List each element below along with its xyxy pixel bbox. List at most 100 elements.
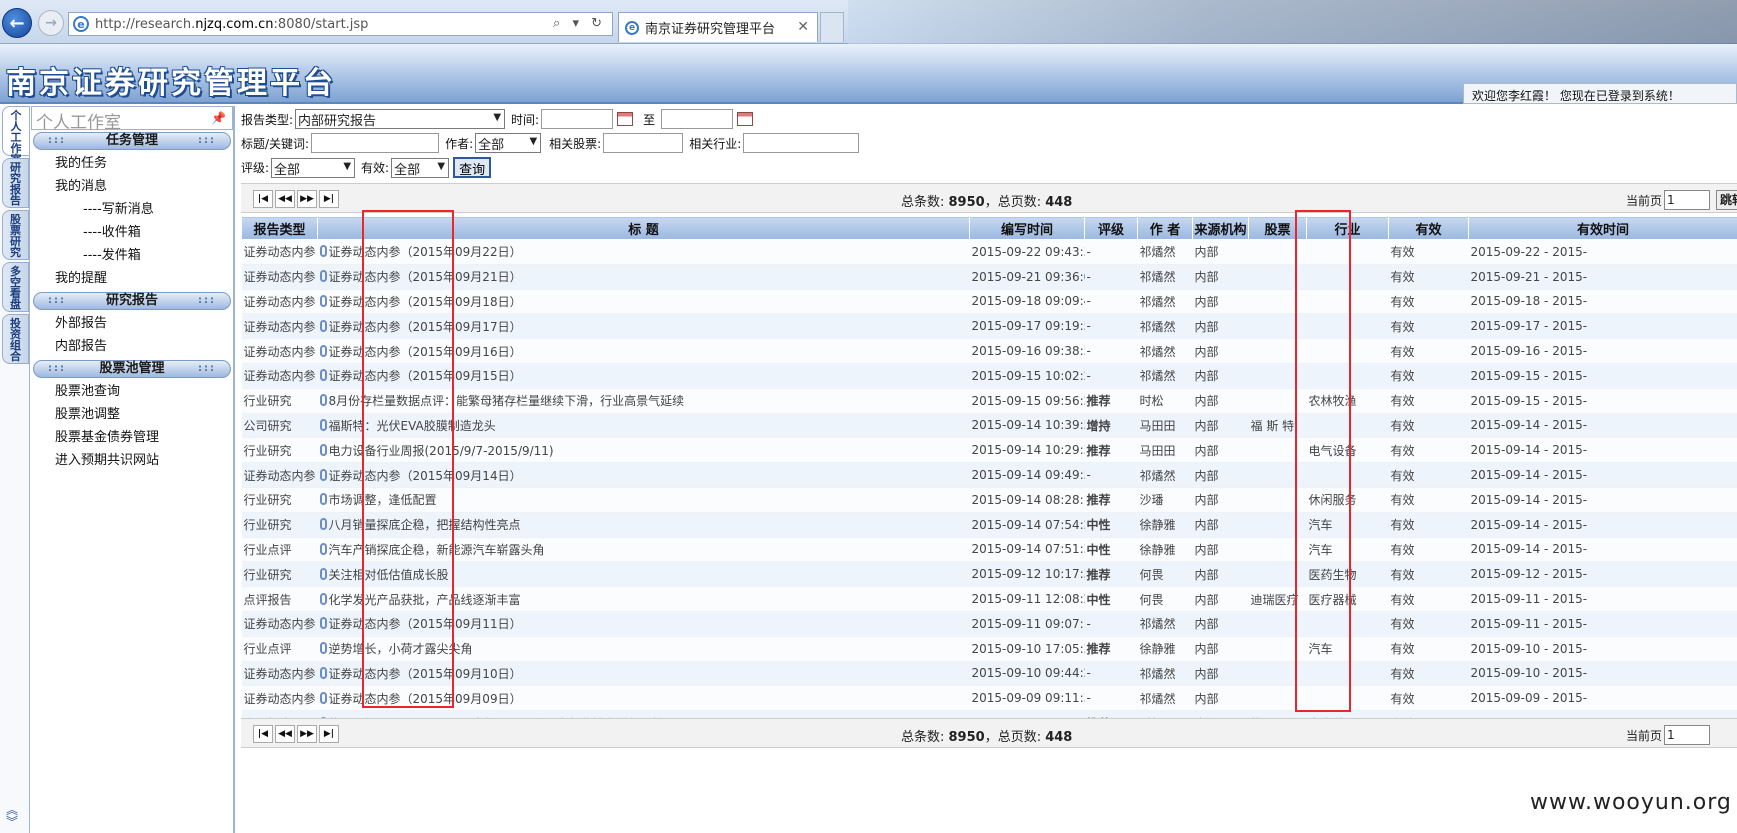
address-bar[interactable]: e http://research.njzq.com.cn:8080/start… — [68, 12, 613, 36]
new-tab-button[interactable] — [820, 12, 844, 42]
nav-stock-pool-query[interactable]: 股票池查询 — [31, 380, 233, 403]
cell-title[interactable]: 汽车产销探底企稳，新能源汽车崭露头角 — [317, 537, 970, 563]
report-title-link[interactable]: 电力设备行业周报(2015/9/7-2015/9/11) — [329, 444, 554, 458]
report-title-link[interactable]: 关注相对低估值成长股 — [329, 568, 449, 582]
prev-page-icon[interactable]: ◀◀ — [275, 725, 295, 743]
section-research-reports[interactable]: ::: 研究报告 ::: — [33, 292, 231, 310]
table-row[interactable]: 行业研究 8月份存栏量数据点评：能繁母猪存栏量继续下滑，行业高景气延续 2015-0… — [241, 388, 1737, 414]
table-row[interactable]: 证券动态内参 证券动态内参（2015年09月17日） 2015-09-17 09:1… — [241, 313, 1737, 340]
report-title-link[interactable]: 证券动态内参（2015年09月22日） — [329, 245, 522, 259]
cell-title[interactable]: 证券动态内参（2015年09月21日） — [317, 264, 970, 290]
cell-title[interactable]: 关注相对低估值成长股 — [317, 561, 970, 588]
vtab-long-short[interactable]: 多空看盘 — [2, 262, 29, 312]
report-title-link[interactable]: 逆势增长，小荷才露尖尖角 — [329, 642, 473, 656]
calendar-icon[interactable] — [737, 112, 754, 126]
report-title-link[interactable]: 证券动态内参（2015年09月11日） — [329, 617, 522, 631]
keyword-input[interactable] — [311, 133, 440, 153]
double-chevron-icon[interactable]: ︽ ︾ — [6, 804, 22, 828]
search-button[interactable]: 查询 — [453, 157, 492, 178]
table-row[interactable]: 行业研究 电力设备行业周报(2015/9/7-2015/9/11) 2015-09-… — [241, 437, 1737, 464]
table-row[interactable]: 证券动态内参 证券动态内参（2015年09月10日） 2015-09-10 09:4… — [241, 661, 1737, 687]
nav-my-tasks[interactable]: 我的任务 — [31, 152, 233, 175]
report-title-link[interactable]: 证券动态内参（2015年09月18日） — [329, 295, 522, 309]
vtab-portfolio[interactable]: 投资组合 — [2, 314, 29, 364]
table-row[interactable]: 行业研究市场调整，逢低配置 2015-09-14 08:28:14推荐沙璠内部 休闲… — [241, 487, 1737, 513]
nav-compose-message[interactable]: ----写新消息 — [31, 198, 233, 221]
report-title-link[interactable]: 汽车产销探底企稳，新能源汽车崭露头角 — [329, 543, 545, 557]
nav-external-reports[interactable]: 外部报告 — [31, 312, 233, 335]
table-row[interactable]: 公司研究福斯特：光伏EVA胶膜制造龙头 2015-09-14 10:39:59增持… — [241, 413, 1737, 439]
cell-title[interactable]: 证券动态内参（2015年09月15日） — [317, 363, 970, 389]
cell-title[interactable]: 证券动态内参（2015年09月09日） — [317, 685, 970, 712]
table-row[interactable]: 证券动态内参 证券动态内参（2015年09月18日） 2015-09-18 09:0… — [241, 289, 1737, 315]
report-type-select[interactable]: 内部研究报告 ▼ — [295, 109, 506, 129]
nav-securities-management[interactable]: 股票基金债券管理 — [31, 426, 233, 449]
nav-outbox[interactable]: ----发件箱 — [31, 244, 233, 267]
report-title-link[interactable]: 证券动态内参（2015年09月14日） — [329, 469, 522, 483]
report-title-link[interactable]: 8月份存栏量数据点评：能繁母猪存栏量继续下滑，行业高景气延续 — [329, 394, 685, 408]
cell-title[interactable]: 证券动态内参（2015年09月14日） — [317, 462, 970, 488]
table-row[interactable]: 证券动态内参 证券动态内参（2015年09月21日） 2015-09-21 09:3… — [241, 264, 1737, 290]
nav-consensus-site[interactable]: 进入预期共识网站 — [31, 449, 233, 472]
report-title-link[interactable]: 证券动态内参（2015年09月17日） — [329, 320, 522, 334]
last-page-icon[interactable]: ▶| — [319, 725, 339, 743]
rating-select[interactable]: 全部 ▼ — [271, 157, 356, 178]
current-page-input[interactable]: 1 — [1664, 190, 1711, 210]
cell-title[interactable]: 市场调整，逢低配置 — [317, 487, 970, 513]
cell-title[interactable]: 证券动态内参（2015年09月11日） — [317, 611, 970, 637]
cell-title[interactable]: 证券动态内参（2015年09月22日） — [317, 239, 970, 265]
next-page-icon[interactable]: ▶▶ — [297, 190, 317, 208]
table-row[interactable]: 证券动态内参 证券动态内参（2015年09月22日） 2015-09-22 09:4… — [241, 239, 1737, 265]
start-date-input[interactable] — [541, 109, 614, 129]
vtab-personal-studio[interactable]: 个人工作室 — [2, 106, 29, 165]
report-title-link[interactable]: 证券动态内参（2015年09月15日） — [329, 369, 522, 383]
table-row[interactable]: 行业研究八月销量探底企稳，把握结构性亮点 2015-09-14 07:54:29中… — [241, 512, 1737, 538]
section-stock-pool[interactable]: ::: 股票池管理 ::: — [33, 360, 231, 378]
table-row[interactable]: 点评报告化学发光产品获批，产品线逐渐丰富 2015-09-11 12:08:20中… — [241, 586, 1737, 612]
cell-title[interactable]: 证券动态内参（2015年09月10日） — [317, 661, 970, 687]
related-industry-input[interactable] — [743, 133, 860, 153]
vtab-stock-research[interactable]: 股票研究 — [2, 210, 29, 260]
cell-title[interactable]: 化学发光产品获批，产品线逐渐丰富 — [317, 586, 970, 612]
cell-title[interactable]: 8月份存栏量数据点评：能繁母猪存栏量继续下滑，行业高景气延续 — [317, 388, 970, 414]
nav-internal-reports[interactable]: 内部报告 — [31, 335, 233, 358]
cell-title[interactable]: 证券动态内参（2015年09月16日） — [317, 338, 970, 364]
table-row[interactable]: 证券动态内参 证券动态内参（2015年09月14日） 2015-09-14 09:4… — [241, 462, 1737, 488]
cell-title[interactable]: 证券动态内参（2015年09月17日） — [317, 313, 970, 340]
table-row[interactable]: 行业点评汽车产销探底企稳，新能源汽车崭露头角 2015-09-14 07:51:3… — [241, 537, 1737, 563]
cell-title[interactable]: 福斯特：光伏EVA胶膜制造龙头 — [317, 413, 970, 439]
cell-title[interactable]: 电力设备行业周报(2015/9/7-2015/9/11) — [317, 437, 970, 464]
current-page-input[interactable]: 1 — [1664, 725, 1711, 745]
browser-tab[interactable]: e 南京证券研究管理平台 ✕ — [618, 12, 818, 42]
table-row[interactable]: 证券动态内参 证券动态内参（2015年09月11日） 2015-09-11 09:0… — [241, 611, 1737, 637]
section-task-management[interactable]: ::: 任务管理 ::: — [33, 132, 231, 150]
cell-title[interactable]: 八月销量探底企稳，把握结构性亮点 — [317, 512, 970, 538]
author-select[interactable]: 全部 ▼ — [475, 133, 542, 153]
table-row[interactable]: 行业研究关注相对低估值成长股 2015-09-12 10:17:34推荐何畏内部 医… — [241, 561, 1737, 588]
valid-select[interactable]: 全部 ▼ — [391, 157, 450, 178]
report-title-link[interactable]: 证券动态内参（2015年09月21日） — [329, 270, 522, 284]
table-row[interactable]: 证券动态内参 证券动态内参（2015年09月15日） 2015-09-15 10:0… — [241, 363, 1737, 389]
address-tools-icons[interactable]: ⌕ ▾ ↻ — [553, 16, 606, 31]
forward-button[interactable]: → — [38, 10, 64, 36]
report-title-link[interactable]: 化学发光产品获批，产品线逐渐丰富 — [329, 593, 521, 607]
nav-inbox[interactable]: ----收件箱 — [31, 221, 233, 244]
end-date-input[interactable] — [661, 109, 734, 129]
prev-page-icon[interactable]: ◀◀ — [275, 190, 295, 208]
table-row[interactable]: 证券动态内参 证券动态内参（2015年09月09日） 2015-09-09 09:1… — [241, 685, 1737, 712]
first-page-icon[interactable]: |◀ — [253, 190, 273, 208]
table-row[interactable]: 证券动态内参 证券动态内参（2015年09月16日） 2015-09-16 09:3… — [241, 338, 1737, 364]
report-title-link[interactable]: 证券动态内参（2015年09月16日） — [329, 345, 522, 359]
cell-title[interactable]: 证券动态内参（2015年09月18日） — [317, 289, 970, 315]
nav-my-reminders[interactable]: 我的提醒 — [31, 267, 233, 290]
pin-icon[interactable]: 📌 — [211, 111, 226, 125]
last-page-icon[interactable]: ▶| — [319, 190, 339, 208]
table-row[interactable]: 行业点评逆势增长，小荷才露尖尖角 2015-09-10 17:05:30推荐徐静雅… — [241, 636, 1737, 662]
report-title-link[interactable]: 证券动态内参（2015年09月09日） — [329, 692, 522, 706]
calendar-icon[interactable] — [617, 112, 634, 126]
first-page-icon[interactable]: |◀ — [253, 725, 273, 743]
nav-stock-pool-adjust[interactable]: 股票池调整 — [31, 403, 233, 426]
nav-my-messages[interactable]: 我的消息 — [31, 175, 233, 198]
report-title-link[interactable]: 福斯特：光伏EVA胶膜制造龙头 — [329, 419, 496, 433]
close-tab-icon[interactable]: ✕ — [797, 19, 809, 35]
